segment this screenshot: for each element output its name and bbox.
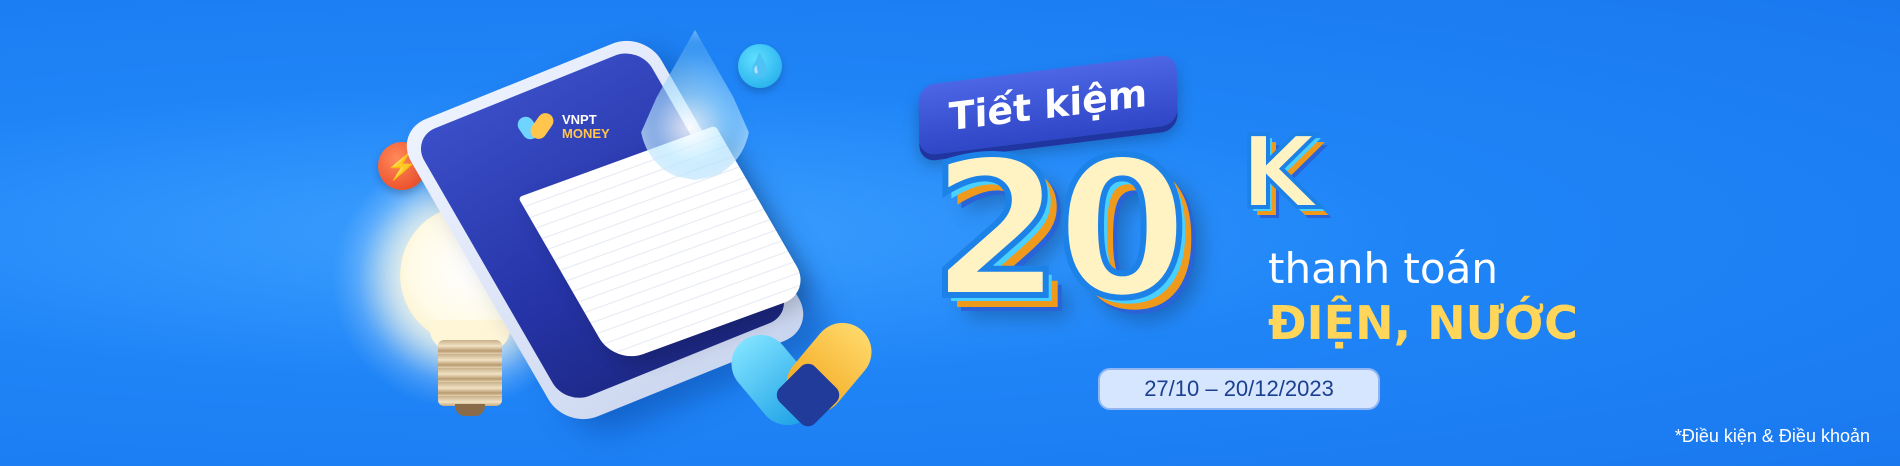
vnpt-heart-logo-icon [719,311,884,437]
brand-logo: VNPT MONEY [514,109,610,143]
promo-banner[interactable]: ⚡ VNPT MONEY 💧 Tiết kiệm 20 K thanh toán… [0,0,1900,466]
brand-heart-icon [514,109,557,143]
water-drop-illustration [640,30,750,180]
brand-name: VNPT [562,112,597,127]
brand-name-sub: MONEY [562,126,610,141]
utility-label: ĐIỆN, NƯỚC [1268,296,1578,350]
bulb-base [438,340,502,406]
payment-label: thanh toán [1268,244,1498,293]
bulb-tip [455,404,485,416]
date-range-pill: 27/10 – 20/12/2023 [1098,368,1380,410]
terms-link[interactable]: *Điều kiện & Điều khoản [1675,426,1870,447]
water-drop-icon: 💧 [738,44,782,88]
discount-unit: K [1238,114,1319,231]
discount-amount: 20 [927,119,1191,340]
